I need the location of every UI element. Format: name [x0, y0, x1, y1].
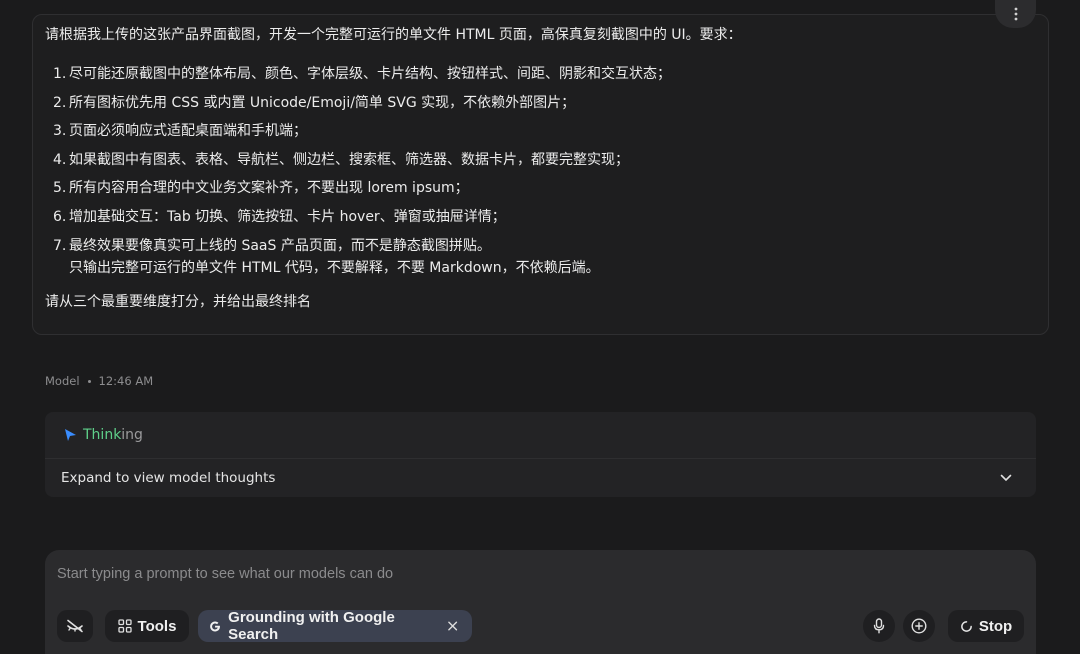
microphone-icon	[873, 618, 885, 634]
thinking-panel: Thinking Expand to view model thoughts	[45, 412, 1036, 497]
model-author: Model	[45, 374, 80, 388]
prompt-input[interactable]	[57, 566, 1007, 582]
tools-grid-icon	[117, 619, 132, 633]
list-item: 1. 尽可能还原截图中的整体布局、颜色、字体层级、卡片结构、按钮样式、间距、阴影…	[53, 64, 1036, 93]
add-button[interactable]	[903, 610, 935, 642]
thinking-label: Thinking	[83, 427, 143, 443]
list-number: 7.	[53, 237, 67, 254]
eye-off-icon	[67, 619, 83, 633]
list-number: 3.	[53, 123, 67, 140]
stop-label: Stop	[978, 617, 1013, 635]
list-text: 页面必须响应式适配桌面端和手机端；	[69, 123, 307, 140]
model-timestamp: 12:46 AM	[98, 374, 154, 388]
user-prompt-card: 请根据我上传的这张产品界面截图，开发一个完整可运行的单文件 HTML 页面，高保…	[32, 14, 1049, 335]
expand-thoughts-label: Expand to view model thoughts	[61, 469, 276, 486]
list-text: 所有内容用合理的中文业务文案补齐，不要出现 lorem ipsum；	[69, 180, 469, 197]
stop-button[interactable]: Stop	[948, 610, 1024, 642]
tools-label: Tools	[137, 617, 177, 635]
list-text: 尽可能还原截图中的整体布局、颜色、字体层级、卡片结构、按钮样式、间距、阴影和交互…	[69, 66, 671, 82]
chevron-down-icon	[1000, 474, 1012, 481]
close-icon[interactable]	[447, 620, 458, 632]
list-item: 6. 增加基础交互：Tab 切换、筛选按钮、卡片 hover、弹窗或抽屉详情；	[53, 207, 1036, 236]
list-item: 3. 页面必须响应式适配桌面端和手机端；	[53, 121, 1036, 150]
list-item: 2. 所有图标优先用 CSS 或内置 Unicode/Emoji/简单 SVG …	[53, 93, 1036, 122]
prompt-outro: 请从三个最重要维度打分，并给出最终排名	[45, 293, 311, 310]
microphone-button[interactable]	[863, 610, 895, 642]
hide-toggle-button[interactable]	[57, 610, 93, 642]
thinking-label-strong: Think	[83, 427, 122, 443]
list-text-block: 最终效果要像真实可上线的 SaaS 产品页面，而不是静态截图拼贴。 只输出完整可…	[69, 236, 1036, 278]
expand-thoughts-toggle[interactable]: Expand to view model thoughts	[45, 459, 1036, 496]
prompt-intro: 请根据我上传的这张产品界面截图，开发一个完整可运行的单文件 HTML 页面，高保…	[45, 27, 742, 43]
separator-dot	[87, 379, 91, 383]
list-item: 5. 所有内容用合理的中文业务文案补齐，不要出现 lorem ipsum；	[53, 178, 1036, 207]
list-number: 5.	[53, 180, 67, 197]
list-number: 4.	[53, 151, 67, 168]
list-item: 7. 最终效果要像真实可上线的 SaaS 产品页面，而不是静态截图拼贴。 只输出…	[53, 236, 1036, 278]
prompt-composer: Tools Grounding with Google Search Stop	[45, 550, 1036, 654]
grounding-label: Grounding with Google Search	[228, 609, 395, 643]
grounding-chip[interactable]: Grounding with Google Search	[198, 609, 472, 643]
list-subtext: 只输出完整可运行的单文件 HTML 代码，不要解释，不要 Markdown，不依…	[69, 259, 600, 276]
list-number: 1.	[53, 66, 67, 82]
loading-spinner-icon	[960, 620, 972, 632]
list-text: 最终效果要像真实可上线的 SaaS 产品页面，而不是静态截图拼贴。	[69, 237, 491, 254]
model-meta: Model 12:46 AM	[45, 374, 153, 388]
list-text: 增加基础交互：Tab 切换、筛选按钮、卡片 hover、弹窗或抽屉详情；	[69, 208, 506, 225]
list-number: 2.	[53, 94, 67, 111]
vertical-dots-icon	[1014, 7, 1017, 21]
thinking-header: Thinking	[45, 412, 1036, 459]
sparkle-icon	[65, 429, 76, 441]
requirement-list: 1. 尽可能还原截图中的整体布局、颜色、字体层级、卡片结构、按钮样式、间距、阴影…	[45, 64, 1036, 278]
list-number: 6.	[53, 208, 67, 225]
list-text: 所有图标优先用 CSS 或内置 Unicode/Emoji/简单 SVG 实现，…	[69, 94, 576, 111]
tools-button[interactable]: Tools	[105, 610, 189, 642]
google-g-icon	[210, 621, 220, 631]
list-item: 4. 如果截图中有图表、表格、导航栏、侧边栏、搜索框、筛选器、数据卡片，都要完整…	[53, 150, 1036, 179]
thinking-label-fade: ing	[121, 427, 143, 443]
plus-circle-icon	[911, 618, 927, 634]
list-text: 如果截图中有图表、表格、导航栏、侧边栏、搜索框、筛选器、数据卡片，都要完整实现；	[69, 151, 629, 168]
